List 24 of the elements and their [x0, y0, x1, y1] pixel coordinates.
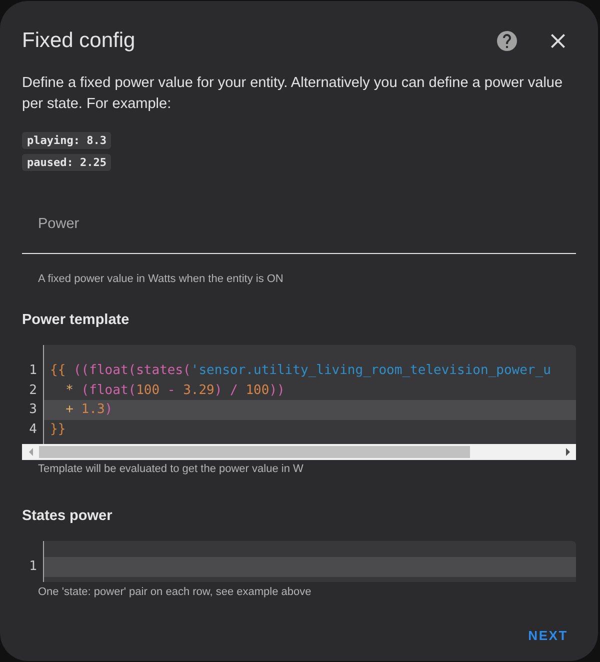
helper-text: A fixed power value in Watts when the entity is ON [37, 272, 284, 286]
power-input-field[interactable]: Power [22, 197, 576, 254]
section-heading: Power template [22, 311, 130, 330]
line-number: 4 [29, 420, 37, 438]
code-example: paused: 2.25 [22, 154, 112, 171]
line-number: 1 [29, 558, 37, 576]
help-icon[interactable] [497, 31, 517, 51]
helper-text: Template will be evaluated to get the power value in W [37, 462, 304, 476]
code-editor[interactable] [44, 541, 576, 582]
section-heading: States power [22, 507, 114, 526]
horizontal-scrollbar[interactable] [22, 444, 576, 460]
line-number: 3 [29, 401, 37, 419]
next-button[interactable]: NEXT [520, 618, 576, 654]
dialog-description: Define a fixed power value for your entity. Alternatively you can define a power value per state. For example: [22, 74, 564, 114]
line-number: 1 [29, 362, 37, 380]
dialog-title: Fixed config [22, 29, 136, 53]
scroll-left-arrow-icon[interactable] [28, 448, 32, 456]
helper-text: One 'state: power' pair on each row, see example above [37, 584, 312, 598]
scroll-right-arrow-icon[interactable] [566, 448, 570, 456]
line-number: 2 [29, 382, 37, 400]
code-editor[interactable]: {{ ((float(states('sensor.utility_living_room_television_power_u * (float(100 - 3.29) / 100)) + 1.3) }} [44, 345, 576, 444]
code-example: playing: 8.3 [22, 132, 112, 149]
scrollbar-thumb[interactable] [39, 446, 470, 458]
close-icon[interactable] [551, 34, 565, 48]
